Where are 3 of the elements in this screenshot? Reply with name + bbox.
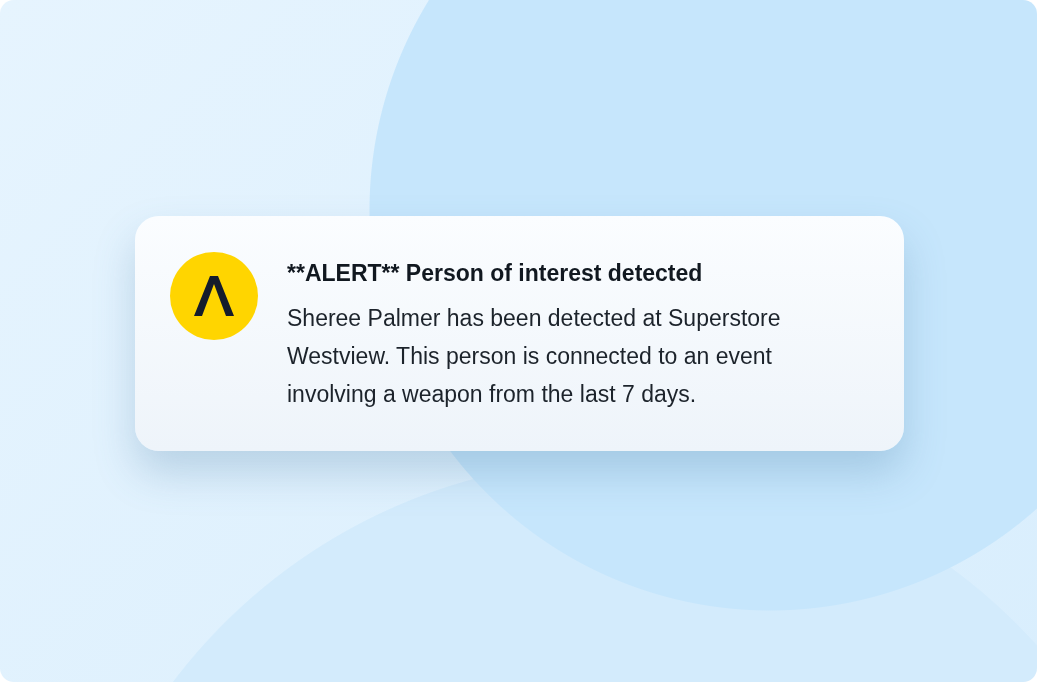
notification-message: Sheree Palmer has been detected at Superstore Westview. This person is connected to an event involving a weapon from the last 7 days.: [287, 304, 782, 409]
notification-title: **ALERT** Person of interest detected: [287, 260, 704, 287]
app-logo-icon: [170, 252, 258, 340]
